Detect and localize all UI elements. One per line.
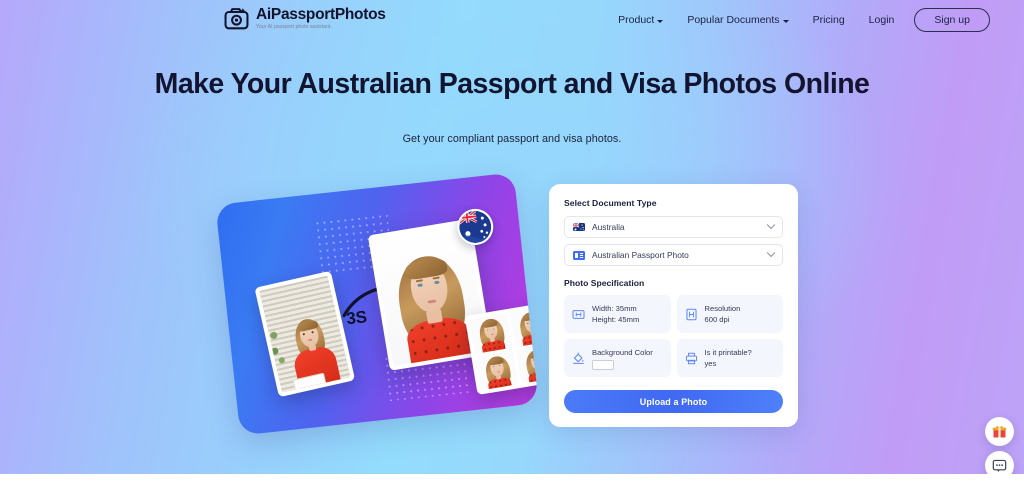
sheet-photo-cell	[469, 313, 512, 354]
page-subtitle: Get your compliant passport and visa pho…	[402, 133, 622, 145]
below-fold-section	[0, 474, 1024, 504]
upload-photo-button[interactable]: Upload a Photo	[564, 390, 783, 413]
page-root: AiPassportPhotos Your AI passport photo …	[0, 0, 1024, 504]
page-title: Make Your Australian Passport and Visa P…	[154, 68, 870, 100]
photo-sheet	[464, 302, 539, 395]
chevron-down-icon	[782, 19, 789, 23]
background-color-swatch	[592, 359, 614, 370]
document-selector-card: Select Document Type Australia Australia…	[549, 184, 798, 427]
nav-label: Product	[618, 14, 655, 26]
logo-tagline: Your AI passport photo assistant.	[256, 24, 332, 31]
camera-logo-icon	[224, 8, 249, 30]
processing-time-label: 3S	[345, 307, 368, 329]
chat-fab-button[interactable]	[985, 451, 1014, 474]
spec-line-2: yes	[704, 359, 717, 368]
nav-item-pricing[interactable]: Pricing	[801, 9, 857, 31]
spec-printable: Is it printable? yes	[676, 339, 783, 377]
nav-label: Popular Documents	[687, 14, 780, 26]
illustration-gradient-panel: 3S	[215, 172, 539, 436]
logo-title: AiPassportPhotos	[256, 5, 386, 23]
sheet-photo-cell	[515, 343, 539, 384]
spec-background-color: Background Color	[564, 339, 671, 377]
gift-icon	[992, 426, 1007, 438]
photo-specification-label: Photo Specification	[564, 278, 645, 288]
spec-dimensions: Width: 35mm Height: 45mm	[564, 295, 671, 333]
document-select[interactable]: Australian Passport Photo	[564, 244, 783, 266]
country-select-value: Australia	[592, 222, 625, 232]
person-figure	[385, 250, 481, 367]
site-header: AiPassportPhotos Your AI passport photo …	[0, 0, 1024, 38]
select-document-type-label: Select Document Type	[564, 198, 657, 208]
sheet-photo-cell	[509, 306, 539, 347]
id-card-icon	[573, 250, 585, 260]
chevron-down-icon	[766, 248, 776, 258]
paint-bucket-icon	[573, 351, 584, 364]
resolution-icon	[685, 308, 697, 320]
document-select-value: Australian Passport Photo	[592, 250, 689, 260]
spec-line-2: 600 dpi	[704, 315, 730, 324]
country-select[interactable]: Australia	[564, 216, 783, 238]
nav-label: Pricing	[812, 14, 845, 26]
gift-fab-button[interactable]	[985, 417, 1014, 446]
sheet-photo-cell	[475, 350, 519, 391]
hero-section: AiPassportPhotos Your AI passport photo …	[0, 0, 1024, 474]
nav-item-login[interactable]: Login	[857, 9, 907, 31]
nav-item-product[interactable]: Product	[606, 9, 675, 31]
nav-item-popular-documents[interactable]: Popular Documents	[675, 9, 800, 31]
logo[interactable]: AiPassportPhotos Your AI passport photo …	[224, 6, 386, 31]
spec-resolution: Resolution 600 dpi	[676, 295, 783, 333]
spec-line-1: Is it printable?	[704, 348, 752, 357]
photo-specification-grid: Width: 35mm Height: 45mm Resolution 600 …	[564, 295, 783, 377]
chevron-down-icon	[657, 19, 664, 23]
dimensions-icon	[572, 309, 585, 319]
chat-icon	[992, 459, 1007, 472]
hero-illustration: 3S	[205, 170, 550, 445]
spec-line-2: Height: 45mm	[592, 315, 640, 324]
spec-line-1: Resolution	[704, 304, 741, 313]
printer-icon	[685, 352, 697, 364]
signup-button[interactable]: Sign up	[914, 8, 990, 32]
australia-flag-icon	[573, 222, 585, 232]
main-nav: Product Popular Documents Pricing Login …	[606, 8, 1008, 32]
chevron-down-icon	[766, 220, 776, 230]
spec-line-1: Width: 35mm	[592, 304, 637, 313]
nav-label: Login	[868, 14, 895, 26]
spec-line-1: Background Color	[592, 347, 653, 357]
